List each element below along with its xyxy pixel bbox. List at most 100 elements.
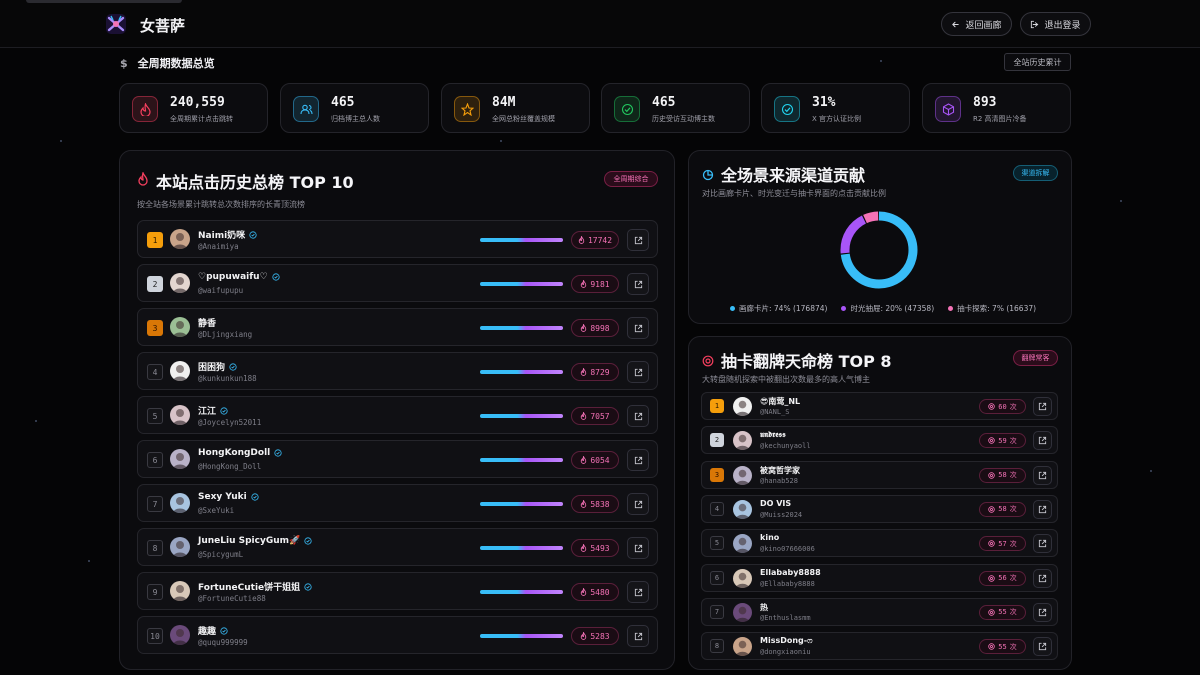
creator-handle: @SpicygumL bbox=[198, 550, 244, 559]
gacha-row[interactable]: 3 被窝哲学家 @hanab528 58 次 bbox=[701, 460, 1058, 489]
avatar bbox=[733, 602, 752, 622]
open-profile-button[interactable] bbox=[1033, 637, 1052, 657]
open-profile-button[interactable] bbox=[1033, 568, 1052, 588]
legend-item-time: 时光抽屉: 20% (47358) bbox=[841, 303, 934, 314]
verified-icon bbox=[304, 537, 312, 545]
open-profile-button[interactable] bbox=[627, 625, 649, 647]
gacha-row[interactable]: 6 Ellababy8888 @Ellababy8888 56 次 bbox=[701, 563, 1058, 592]
creator-handle: @waifupupu bbox=[198, 286, 244, 295]
click-count-badge: 8729 bbox=[571, 363, 619, 381]
rank-badge: 10 bbox=[147, 628, 163, 644]
gacha-title: 抽卡翻牌天命榜 TOP 8 bbox=[721, 352, 892, 371]
creator-name: HongKongDoll bbox=[198, 448, 282, 458]
target-icon bbox=[988, 506, 995, 513]
top10-row[interactable]: 2 ♡pupuwaifu♡ @waifupupu 9181 bbox=[137, 264, 658, 302]
top10-row[interactable]: 8 JuneLiu SpicyGum🚀 @SpicygumL 5493 bbox=[137, 528, 658, 566]
top10-row[interactable]: 3 静香 @DLjingxiang 8998 bbox=[137, 308, 658, 346]
open-profile-button[interactable] bbox=[1033, 602, 1052, 622]
flame-icon bbox=[581, 500, 587, 508]
top10-row[interactable]: 5 江江 @Joycelyn52011 7057 bbox=[137, 396, 658, 434]
top10-row[interactable]: 10 趣趣 @ququ999999 5283 bbox=[137, 616, 658, 654]
top-scrollbar[interactable] bbox=[26, 0, 182, 3]
open-profile-button[interactable] bbox=[627, 449, 649, 471]
click-count-badge: 5480 bbox=[571, 583, 619, 601]
top10-row[interactable]: 1 Naimi奶咪 @Anaimiya 17742 bbox=[137, 220, 658, 258]
overview-title-text: 全周期数据总览 bbox=[137, 57, 215, 70]
click-progress-bar bbox=[480, 326, 563, 330]
click-progress-bar bbox=[480, 634, 563, 638]
target-icon bbox=[702, 352, 714, 371]
avatar bbox=[170, 229, 190, 249]
top10-row[interactable]: 6 HongKongDoll @HongKong_Doll 6054 bbox=[137, 440, 658, 478]
stat-value: 240,559 bbox=[170, 95, 225, 110]
gacha-row[interactable]: 2 𝖚𝖓𝖉𝖗𝖊𝖘𝖘 @kechunyaoll 59 次 bbox=[701, 426, 1058, 455]
verified-icon bbox=[272, 273, 280, 281]
top10-title: 本站点击历史总榜 TOP 10 bbox=[156, 173, 354, 192]
top10-row[interactable]: 4 困困狗 @kunkunkun188 8729 bbox=[137, 352, 658, 390]
open-profile-button[interactable] bbox=[1033, 534, 1052, 554]
flame-icon bbox=[137, 170, 149, 190]
external-link-icon bbox=[1038, 505, 1047, 513]
top10-row[interactable]: 9 FortuneCutie饼干姐姐 @FortuneCutie88 5480 bbox=[137, 572, 658, 610]
click-progress-bar bbox=[480, 502, 563, 506]
click-count-badge: 17742 bbox=[571, 231, 619, 249]
click-count-badge: 6054 bbox=[571, 451, 619, 469]
click-count-badge: 5838 bbox=[571, 495, 619, 513]
top10-badge: 全周期综合 bbox=[604, 171, 658, 187]
open-profile-button[interactable] bbox=[627, 537, 649, 559]
stat-card: 31% X 官方认证比例 bbox=[761, 83, 910, 133]
stat-value: 84M bbox=[492, 95, 516, 110]
logout-label: 退出登录 bbox=[1044, 20, 1081, 31]
sources-badge: 渠道拆解 bbox=[1013, 165, 1058, 181]
top10-row[interactable]: 7 Sexy Yuki @SxeYuki 5838 bbox=[137, 484, 658, 522]
logout-icon bbox=[1031, 20, 1039, 28]
verified-icon bbox=[249, 230, 257, 239]
click-progress-bar bbox=[480, 458, 563, 462]
open-profile-button[interactable] bbox=[1033, 431, 1052, 451]
gacha-row[interactable]: 1 😎南莺_NL @NANL_S 60 次 bbox=[701, 392, 1058, 420]
back-to-gallery-button[interactable]: 返回画廊 bbox=[941, 12, 1012, 36]
creator-handle: @Anaimiya bbox=[198, 242, 239, 251]
stat-label: 全周期累计点击跳转 bbox=[170, 115, 233, 123]
gacha-row[interactable]: 4 DO VIS @Muiss2024 58 次 bbox=[701, 494, 1058, 523]
creator-name: kino bbox=[760, 533, 780, 543]
creator-handle: @Muiss2024 bbox=[760, 510, 803, 519]
open-profile-button[interactable] bbox=[627, 317, 649, 339]
logout-button[interactable]: 退出登录 bbox=[1020, 12, 1091, 36]
click-count-badge: 8998 bbox=[571, 319, 619, 337]
open-profile-button[interactable] bbox=[1033, 397, 1052, 416]
arrow-left-icon bbox=[952, 21, 960, 27]
creator-handle: @Joycelyn52011 bbox=[198, 418, 262, 427]
open-profile-button[interactable] bbox=[627, 493, 649, 515]
flip-count-badge: 59 次 bbox=[979, 433, 1026, 449]
click-progress-bar bbox=[480, 546, 563, 550]
flame-icon bbox=[581, 588, 587, 596]
rank-badge: 2 bbox=[710, 433, 724, 448]
flame-icon bbox=[581, 324, 587, 332]
gacha-row[interactable]: 5 kino @kino07666006 57 次 bbox=[701, 529, 1058, 558]
open-profile-button[interactable] bbox=[627, 229, 649, 251]
gacha-row[interactable]: 7 热 @Enthuslasmm 55 次 bbox=[701, 597, 1058, 626]
top10-subtitle: 按全站各场景累计跳转总次数排序的长青顶流榜 bbox=[137, 200, 305, 209]
click-progress-bar bbox=[480, 370, 563, 374]
flame-icon bbox=[581, 412, 587, 420]
back-to-gallery-label: 返回画廊 bbox=[965, 20, 1002, 31]
external-link-icon bbox=[1038, 402, 1047, 411]
open-profile-button[interactable] bbox=[627, 273, 649, 295]
legend-item-gacha: 抽卡探索: 7% (16637) bbox=[948, 303, 1036, 314]
external-link-icon bbox=[634, 412, 642, 420]
external-link-icon bbox=[1038, 574, 1047, 582]
stat-card: 84M 全网总粉丝覆盖规模 bbox=[441, 83, 590, 133]
open-profile-button[interactable] bbox=[627, 581, 649, 603]
flip-count-badge: 60 次 bbox=[979, 399, 1026, 414]
open-profile-button[interactable] bbox=[1033, 465, 1052, 485]
creator-name: 😎南莺_NL bbox=[760, 397, 801, 406]
open-profile-button[interactable] bbox=[1033, 499, 1052, 519]
avatar bbox=[733, 568, 752, 588]
stat-label: X 官方认证比例 bbox=[812, 115, 862, 123]
open-profile-button[interactable] bbox=[627, 361, 649, 383]
stat-label: 全网总粉丝覆盖规模 bbox=[492, 115, 555, 123]
open-profile-button[interactable] bbox=[627, 405, 649, 427]
gacha-row[interactable]: 8 MissDong-ෆ @dongxiaoniu 55 次 bbox=[701, 632, 1058, 661]
stat-card: 465 归档博主总人数 bbox=[280, 83, 429, 133]
